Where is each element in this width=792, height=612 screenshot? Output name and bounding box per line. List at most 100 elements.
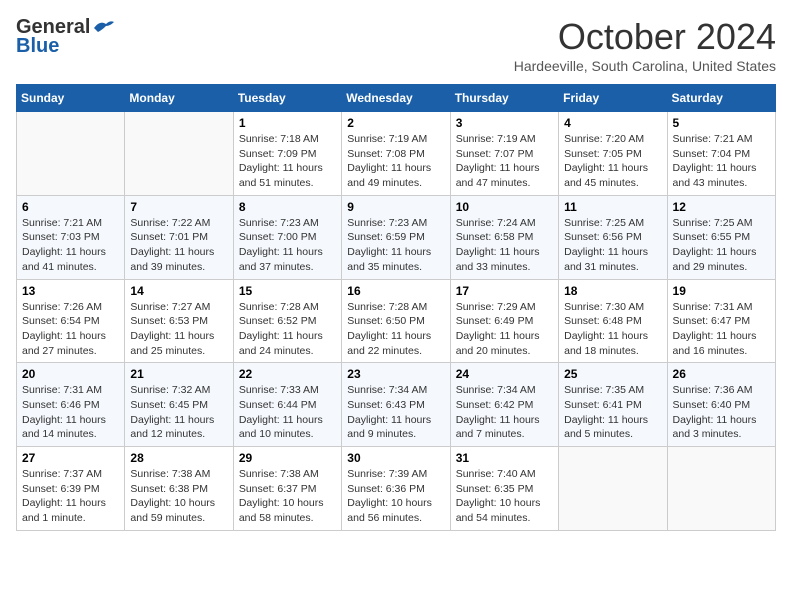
day-number: 25 bbox=[564, 367, 661, 381]
day-number: 5 bbox=[673, 116, 770, 130]
day-number: 6 bbox=[22, 200, 119, 214]
day-number: 23 bbox=[347, 367, 444, 381]
calendar-cell bbox=[559, 447, 667, 531]
calendar-week-row: 27 Sunrise: 7:37 AM Sunset: 6:39 PM Dayli… bbox=[17, 447, 776, 531]
calendar-cell: 3 Sunrise: 7:19 AM Sunset: 7:07 PM Daylig… bbox=[450, 112, 558, 196]
day-number: 18 bbox=[564, 284, 661, 298]
calendar-cell: 21 Sunrise: 7:32 AM Sunset: 6:45 PM Dayli… bbox=[125, 363, 233, 447]
day-info: Sunrise: 7:24 AM Sunset: 6:58 PM Dayligh… bbox=[456, 216, 553, 275]
day-number: 1 bbox=[239, 116, 336, 130]
weekday-header: Tuesday bbox=[233, 85, 341, 112]
calendar-cell: 29 Sunrise: 7:38 AM Sunset: 6:37 PM Dayli… bbox=[233, 447, 341, 531]
day-info: Sunrise: 7:27 AM Sunset: 6:53 PM Dayligh… bbox=[130, 300, 227, 359]
calendar-cell: 4 Sunrise: 7:20 AM Sunset: 7:05 PM Daylig… bbox=[559, 112, 667, 196]
day-number: 3 bbox=[456, 116, 553, 130]
calendar-body: 1Sunrise: 7:18 AM Sunset: 7:09 PM Daylig… bbox=[17, 112, 776, 531]
day-number: 16 bbox=[347, 284, 444, 298]
calendar-week-row: 1Sunrise: 7:18 AM Sunset: 7:09 PM Daylig… bbox=[17, 112, 776, 196]
day-number: 21 bbox=[130, 367, 227, 381]
day-info: Sunrise: 7:19 AM Sunset: 7:08 PM Dayligh… bbox=[347, 132, 444, 191]
day-number: 9 bbox=[347, 200, 444, 214]
day-number: 19 bbox=[673, 284, 770, 298]
day-number: 4 bbox=[564, 116, 661, 130]
day-info: Sunrise: 7:34 AM Sunset: 6:43 PM Dayligh… bbox=[347, 383, 444, 442]
calendar-cell: 13Sunrise: 7:26 AM Sunset: 6:54 PM Dayli… bbox=[17, 279, 125, 363]
day-number: 22 bbox=[239, 367, 336, 381]
day-number: 8 bbox=[239, 200, 336, 214]
day-number: 31 bbox=[456, 451, 553, 465]
calendar-cell: 10 Sunrise: 7:24 AM Sunset: 6:58 PM Dayli… bbox=[450, 195, 558, 279]
day-number: 2 bbox=[347, 116, 444, 130]
calendar-cell: 11 Sunrise: 7:25 AM Sunset: 6:56 PM Dayli… bbox=[559, 195, 667, 279]
day-info: Sunrise: 7:37 AM Sunset: 6:39 PM Dayligh… bbox=[22, 467, 119, 526]
day-number: 15 bbox=[239, 284, 336, 298]
day-info: Sunrise: 7:26 AM Sunset: 6:54 PM Dayligh… bbox=[22, 300, 119, 359]
day-info: Sunrise: 7:35 AM Sunset: 6:41 PM Dayligh… bbox=[564, 383, 661, 442]
day-info: Sunrise: 7:23 AM Sunset: 7:00 PM Dayligh… bbox=[239, 216, 336, 275]
day-info: Sunrise: 7:38 AM Sunset: 6:38 PM Dayligh… bbox=[130, 467, 227, 526]
day-info: Sunrise: 7:40 AM Sunset: 6:35 PM Dayligh… bbox=[456, 467, 553, 526]
calendar-cell: 12Sunrise: 7:25 AM Sunset: 6:55 PM Dayli… bbox=[667, 195, 775, 279]
calendar-cell: 27 Sunrise: 7:37 AM Sunset: 6:39 PM Dayli… bbox=[17, 447, 125, 531]
calendar-week-row: 13Sunrise: 7:26 AM Sunset: 6:54 PM Dayli… bbox=[17, 279, 776, 363]
calendar-cell: 18 Sunrise: 7:30 AM Sunset: 6:48 PM Dayli… bbox=[559, 279, 667, 363]
calendar-cell: 23 Sunrise: 7:34 AM Sunset: 6:43 PM Dayli… bbox=[342, 363, 450, 447]
day-number: 29 bbox=[239, 451, 336, 465]
weekday-header: Friday bbox=[559, 85, 667, 112]
calendar-cell: 2 Sunrise: 7:19 AM Sunset: 7:08 PM Daylig… bbox=[342, 112, 450, 196]
day-info: Sunrise: 7:20 AM Sunset: 7:05 PM Dayligh… bbox=[564, 132, 661, 191]
day-info: Sunrise: 7:38 AM Sunset: 6:37 PM Dayligh… bbox=[239, 467, 336, 526]
calendar-header-row: SundayMondayTuesdayWednesdayThursdayFrid… bbox=[17, 85, 776, 112]
day-info: Sunrise: 7:30 AM Sunset: 6:48 PM Dayligh… bbox=[564, 300, 661, 359]
day-info: Sunrise: 7:19 AM Sunset: 7:07 PM Dayligh… bbox=[456, 132, 553, 191]
day-number: 28 bbox=[130, 451, 227, 465]
calendar-week-row: 20 Sunrise: 7:31 AM Sunset: 6:46 PM Dayli… bbox=[17, 363, 776, 447]
day-number: 20 bbox=[22, 367, 119, 381]
calendar-week-row: 6Sunrise: 7:21 AM Sunset: 7:03 PM Daylig… bbox=[17, 195, 776, 279]
day-info: Sunrise: 7:29 AM Sunset: 6:49 PM Dayligh… bbox=[456, 300, 553, 359]
day-info: Sunrise: 7:36 AM Sunset: 6:40 PM Dayligh… bbox=[673, 383, 770, 442]
day-info: Sunrise: 7:33 AM Sunset: 6:44 PM Dayligh… bbox=[239, 383, 336, 442]
page-header: General Blue October 2024 Hardeeville, S… bbox=[16, 16, 776, 74]
calendar-cell: 1Sunrise: 7:18 AM Sunset: 7:09 PM Daylig… bbox=[233, 112, 341, 196]
day-info: Sunrise: 7:28 AM Sunset: 6:50 PM Dayligh… bbox=[347, 300, 444, 359]
day-info: Sunrise: 7:34 AM Sunset: 6:42 PM Dayligh… bbox=[456, 383, 553, 442]
calendar-cell bbox=[125, 112, 233, 196]
calendar-cell: 20 Sunrise: 7:31 AM Sunset: 6:46 PM Dayli… bbox=[17, 363, 125, 447]
calendar-cell: 6Sunrise: 7:21 AM Sunset: 7:03 PM Daylig… bbox=[17, 195, 125, 279]
day-info: Sunrise: 7:22 AM Sunset: 7:01 PM Dayligh… bbox=[130, 216, 227, 275]
calendar-cell bbox=[17, 112, 125, 196]
day-number: 7 bbox=[130, 200, 227, 214]
calendar-cell: 5 Sunrise: 7:21 AM Sunset: 7:04 PM Daylig… bbox=[667, 112, 775, 196]
day-number: 26 bbox=[673, 367, 770, 381]
calendar-cell: 9Sunrise: 7:23 AM Sunset: 6:59 PM Daylig… bbox=[342, 195, 450, 279]
calendar-cell: 25 Sunrise: 7:35 AM Sunset: 6:41 PM Dayli… bbox=[559, 363, 667, 447]
calendar-cell: 26 Sunrise: 7:36 AM Sunset: 6:40 PM Dayli… bbox=[667, 363, 775, 447]
calendar-cell: 28 Sunrise: 7:38 AM Sunset: 6:38 PM Dayli… bbox=[125, 447, 233, 531]
calendar-cell bbox=[667, 447, 775, 531]
day-number: 17 bbox=[456, 284, 553, 298]
calendar-cell: 14Sunrise: 7:27 AM Sunset: 6:53 PM Dayli… bbox=[125, 279, 233, 363]
day-info: Sunrise: 7:28 AM Sunset: 6:52 PM Dayligh… bbox=[239, 300, 336, 359]
weekday-header: Monday bbox=[125, 85, 233, 112]
day-number: 11 bbox=[564, 200, 661, 214]
day-info: Sunrise: 7:25 AM Sunset: 6:56 PM Dayligh… bbox=[564, 216, 661, 275]
logo-bird-icon bbox=[92, 18, 114, 34]
day-info: Sunrise: 7:31 AM Sunset: 6:47 PM Dayligh… bbox=[673, 300, 770, 359]
weekday-header: Wednesday bbox=[342, 85, 450, 112]
calendar-table: SundayMondayTuesdayWednesdayThursdayFrid… bbox=[16, 84, 776, 531]
day-info: Sunrise: 7:31 AM Sunset: 6:46 PM Dayligh… bbox=[22, 383, 119, 442]
day-info: Sunrise: 7:21 AM Sunset: 7:04 PM Dayligh… bbox=[673, 132, 770, 191]
month-title: October 2024 bbox=[514, 16, 776, 58]
location-title: Hardeeville, South Carolina, United Stat… bbox=[514, 58, 776, 74]
day-number: 27 bbox=[22, 451, 119, 465]
calendar-cell: 19 Sunrise: 7:31 AM Sunset: 6:47 PM Dayli… bbox=[667, 279, 775, 363]
day-number: 10 bbox=[456, 200, 553, 214]
weekday-header: Thursday bbox=[450, 85, 558, 112]
calendar-cell: 30Sunrise: 7:39 AM Sunset: 6:36 PM Dayli… bbox=[342, 447, 450, 531]
day-info: Sunrise: 7:32 AM Sunset: 6:45 PM Dayligh… bbox=[130, 383, 227, 442]
calendar-cell: 17 Sunrise: 7:29 AM Sunset: 6:49 PM Dayli… bbox=[450, 279, 558, 363]
calendar-cell: 8 Sunrise: 7:23 AM Sunset: 7:00 PM Daylig… bbox=[233, 195, 341, 279]
logo: General Blue bbox=[16, 16, 114, 58]
title-block: October 2024 Hardeeville, South Carolina… bbox=[514, 16, 776, 74]
